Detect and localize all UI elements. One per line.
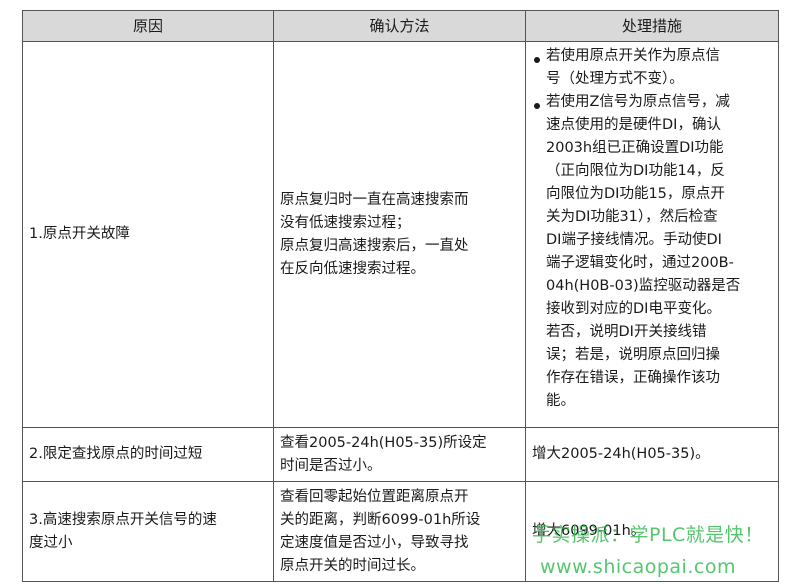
measure-cell: 若使用原点开关作为原点信 号（处理方式不变）。 若使用Z信号为原点信号，减 速点… bbox=[525, 41, 779, 428]
measure-line: 向限位为DI功能15，原点开 bbox=[546, 186, 725, 202]
watermark-slogan: 手实操派：学PLC就是快！ bbox=[532, 524, 764, 546]
measure-line: 作存在错误，正确操作该功 bbox=[546, 370, 720, 386]
measure-line: 若使用原点开关作为原点信 bbox=[546, 48, 720, 64]
bullet-icon bbox=[534, 57, 540, 63]
measure-line: 接收到对应的DI电平变化。 bbox=[546, 301, 721, 317]
method-cell: 查看2005-24h(H05-35)所设定 时间是否过小。 bbox=[273, 427, 526, 482]
cause-cell: 1.原点开关故障 bbox=[22, 41, 274, 428]
method-line: 定速度值是否过小，导致寻找 bbox=[280, 534, 469, 551]
method-cell: 原点复归时一直在高速搜索而 没有低速搜索过程； 原点复归高速搜索后，一直处 在反… bbox=[273, 41, 526, 428]
method-line: 查看回零起始位置距离原点开 bbox=[280, 488, 469, 505]
header-cause: 原因 bbox=[22, 10, 274, 42]
measure-line: 关为DI功能31），然后检查 bbox=[546, 209, 718, 225]
method-line: 原点复归高速搜索后，一直处 bbox=[280, 237, 469, 254]
cause-line: 度过小 bbox=[29, 534, 73, 551]
cause-line: 3.高速搜索原点开关信号的速 bbox=[29, 511, 217, 528]
measure-line: 若使用Z信号为原点信号，减 bbox=[546, 94, 730, 110]
measure-cell: 增大2005-24h(H05-35)。 bbox=[525, 427, 779, 482]
method-line: 在反向低速搜索过程。 bbox=[280, 260, 425, 277]
measure-line: 2003h组已正确设置DI功能 bbox=[546, 140, 724, 156]
measure-line: DI端子接线情况。手动使DI bbox=[546, 232, 722, 248]
method-line: 没有低速搜索过程； bbox=[280, 214, 411, 231]
measure-item: 若使用Z信号为原点信号，减 速点使用的是硬件DI，确认 2003h组已正确设置D… bbox=[532, 91, 772, 413]
table-header-row: 原因 确认方法 处理措施 bbox=[22, 10, 779, 42]
cause-cell: 2.限定查找原点的时间过短 bbox=[22, 427, 274, 482]
troubleshooting-table: 原因 确认方法 处理措施 1.原点开关故障 原点复归时一直在高速搜索而 没有低速… bbox=[22, 10, 779, 582]
measure-line: 能。 bbox=[546, 393, 575, 409]
measure-line: 误；若是，说明原点回归操 bbox=[546, 347, 720, 363]
method-line: 关的距离，判断6099-01h所设 bbox=[280, 511, 481, 528]
header-method: 确认方法 bbox=[273, 10, 526, 42]
measure-item: 若使用原点开关作为原点信 号（处理方式不变）。 bbox=[532, 45, 772, 91]
measure-line: 04h(H0B-03)监控驱动器是否 bbox=[546, 278, 741, 294]
header-measure: 处理措施 bbox=[525, 10, 779, 42]
method-cell: 查看回零起始位置距离原点开 关的距离，判断6099-01h所设 定速度值是否过小… bbox=[273, 481, 526, 582]
measure-line: 若否，说明DI开关接线错 bbox=[546, 324, 707, 340]
method-line: 原点开关的时间过长。 bbox=[280, 557, 425, 574]
table-row: 2.限定查找原点的时间过短 查看2005-24h(H05-35)所设定 时间是否… bbox=[22, 427, 779, 482]
measure-line: 速点使用的是硬件DI，确认 bbox=[546, 117, 721, 133]
cause-cell: 3.高速搜索原点开关信号的速 度过小 bbox=[22, 481, 274, 582]
method-line: 原点复归时一直在高速搜索而 bbox=[280, 191, 469, 208]
method-line: 查看2005-24h(H05-35)所设定 bbox=[280, 434, 487, 451]
bullet-icon bbox=[534, 103, 540, 109]
table-row: 1.原点开关故障 原点复归时一直在高速搜索而 没有低速搜索过程； 原点复归高速搜… bbox=[22, 41, 779, 428]
measure-line: （正向限位为DI功能14，反 bbox=[546, 163, 725, 179]
measure-list: 若使用原点开关作为原点信 号（处理方式不变）。 若使用Z信号为原点信号，减 速点… bbox=[532, 45, 772, 413]
method-line: 时间是否过小。 bbox=[280, 457, 382, 474]
measure-line: 端子逻辑变化时，通过200B- bbox=[546, 255, 734, 271]
watermark-url: www.shicaopai.com bbox=[540, 556, 736, 578]
measure-line: 号（处理方式不变）。 bbox=[546, 71, 684, 87]
